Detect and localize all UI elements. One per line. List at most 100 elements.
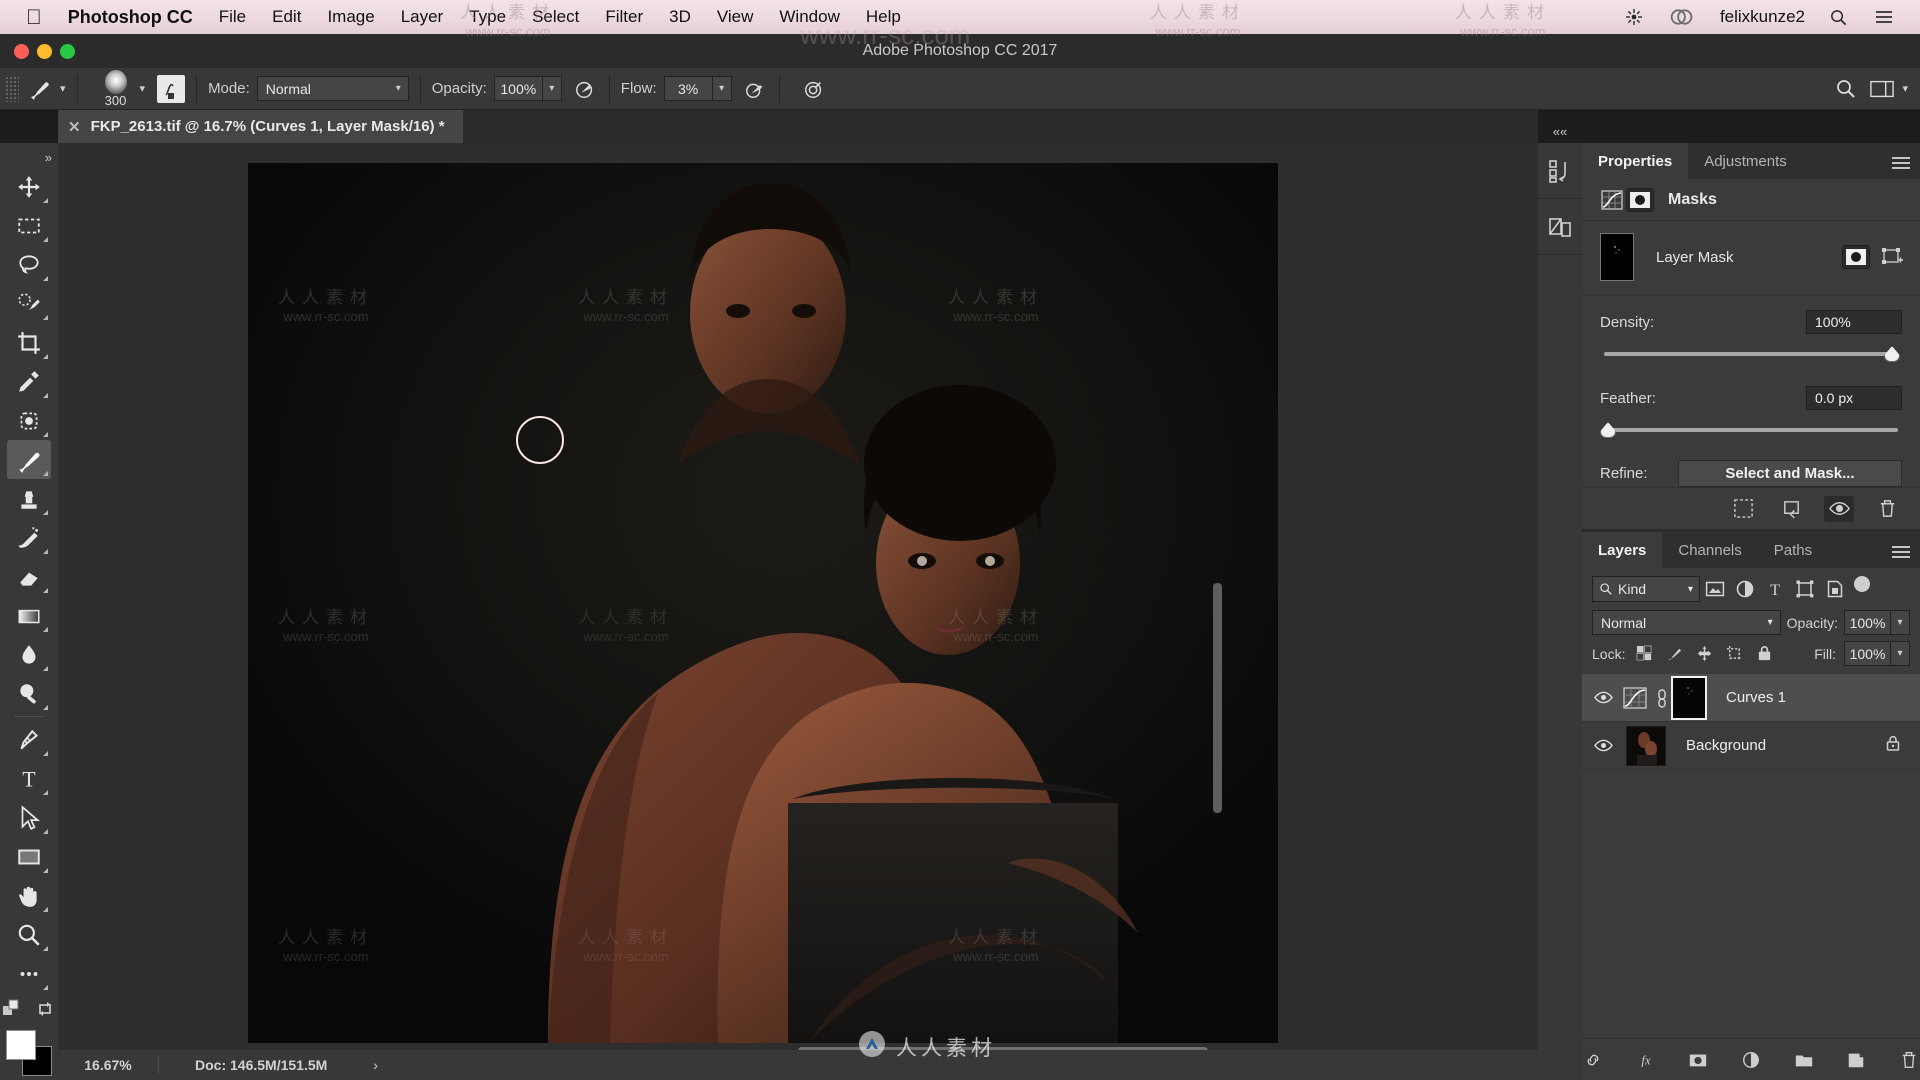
color-swatches[interactable]	[6, 1030, 52, 1076]
layer-row-curves-1[interactable]: Curves 1	[1582, 674, 1920, 722]
link-layers-icon[interactable]	[1582, 1048, 1605, 1072]
history-brush-tool[interactable]	[7, 518, 51, 557]
layer-style-icon[interactable]: fx	[1635, 1048, 1658, 1072]
delete-mask-icon[interactable]	[1872, 496, 1902, 522]
chevron-down-icon[interactable]: ▾	[60, 82, 66, 95]
layer-fill-stepper[interactable]: 100% ▾	[1844, 641, 1910, 666]
link-mask-icon[interactable]	[1652, 688, 1672, 708]
hand-tool[interactable]	[7, 876, 51, 915]
pressure-opacity-icon[interactable]	[572, 76, 598, 102]
tab-properties[interactable]: Properties	[1582, 143, 1689, 179]
blend-mode-select[interactable]: Normal ▾	[256, 76, 409, 101]
tab-paths[interactable]: Paths	[1758, 532, 1828, 568]
new-group-icon[interactable]	[1792, 1048, 1815, 1072]
menu-3d[interactable]: 3D	[669, 7, 691, 27]
gradient-tool[interactable]	[7, 596, 51, 635]
user-name[interactable]: felixkunze2	[1720, 7, 1805, 27]
app-name-menu[interactable]: Photoshop CC	[68, 7, 193, 28]
layer-thumbnail[interactable]	[1626, 725, 1666, 766]
minimize-window-button[interactable]	[37, 43, 52, 59]
density-slider[interactable]	[1600, 346, 1902, 364]
default-colors-icon[interactable]	[2, 999, 22, 1024]
canvas-area[interactable]: 人人素材 www.rr-sc.com 人人素材 www.rr-sc.com 人人…	[58, 143, 1538, 1080]
swap-colors-icon[interactable]	[36, 999, 56, 1024]
layer-row-background[interactable]: Background	[1582, 722, 1920, 770]
clone-stamp-tool[interactable]	[7, 479, 51, 518]
menu-edit[interactable]: Edit	[272, 7, 301, 27]
layer-blend-mode-select[interactable]: Normal ▾	[1592, 610, 1781, 635]
add-pixel-mask-button[interactable]	[1842, 245, 1870, 269]
menu-view[interactable]: View	[717, 7, 754, 27]
brush-preset-chevron-down-icon[interactable]: ▾	[140, 82, 146, 95]
feather-value[interactable]: 0.0 px	[1806, 386, 1902, 410]
toolbar-collapse-button[interactable]: »	[0, 147, 58, 167]
layer-name[interactable]: Curves 1	[1726, 689, 1920, 706]
lasso-tool[interactable]	[7, 245, 51, 284]
canvas-vertical-scrollbar[interactable]	[1213, 583, 1222, 813]
layer-mask-thumbnail[interactable]	[1671, 675, 1707, 720]
opacity-value[interactable]: 100%	[493, 76, 542, 101]
lock-all-icon[interactable]	[1753, 644, 1775, 664]
document-tab[interactable]: ✕ FKP_2613.tif @ 16.7% (Curves 1, Layer …	[58, 110, 464, 143]
lock-position-icon[interactable]	[1693, 644, 1715, 664]
brush-preset-picker[interactable]: 300	[99, 69, 133, 108]
smoothing-icon[interactable]	[801, 76, 827, 102]
layer-visibility-toggle[interactable]	[1588, 688, 1618, 707]
zoom-level[interactable]: 16.67%	[58, 1057, 158, 1073]
image-filter-icon[interactable]	[1700, 576, 1730, 602]
density-value[interactable]: 100%	[1806, 310, 1902, 334]
apple-icon[interactable]: 	[26, 7, 42, 28]
shape-filter-icon[interactable]	[1790, 576, 1820, 602]
feather-slider[interactable]	[1600, 422, 1902, 440]
apply-mask-icon[interactable]	[1776, 496, 1806, 522]
curves-icon[interactable]	[1598, 188, 1626, 212]
history-panel-icon[interactable]	[1538, 143, 1582, 199]
load-selection-icon[interactable]	[1728, 496, 1758, 522]
layer-fill-value[interactable]: 100%	[1844, 641, 1890, 666]
zoom-tool[interactable]	[7, 915, 51, 954]
spot-healing-brush-tool[interactable]	[7, 401, 51, 440]
pixel-mask-icon[interactable]	[1626, 187, 1654, 212]
layer-list[interactable]: Curves 1 Background	[1582, 674, 1920, 1038]
feather-slider-knob[interactable]	[1600, 422, 1616, 438]
maximize-window-button[interactable]	[60, 43, 75, 59]
dodge-tool[interactable]	[7, 674, 51, 713]
lock-artboard-icon[interactable]	[1723, 644, 1745, 664]
rectangular-marquee-tool[interactable]	[7, 206, 51, 245]
tab-channels[interactable]: Channels	[1662, 532, 1757, 568]
select-and-mask-button[interactable]: Select and Mask...	[1678, 460, 1902, 487]
menu-filter[interactable]: Filter	[605, 7, 643, 27]
layer-opacity-stepper[interactable]: 100% ▾	[1844, 610, 1910, 635]
opacity-stepper[interactable]: 100% ▾	[493, 76, 562, 101]
list-menu-icon[interactable]	[1874, 9, 1894, 25]
delete-layer-icon[interactable]	[1897, 1048, 1920, 1072]
libraries-panel-icon[interactable]	[1538, 199, 1582, 255]
panel-menu-icon[interactable]	[1892, 154, 1910, 172]
menu-layer[interactable]: Layer	[401, 7, 444, 27]
eraser-tool[interactable]	[7, 557, 51, 596]
menu-type[interactable]: Type	[469, 7, 506, 27]
layer-opacity-value[interactable]: 100%	[1844, 610, 1890, 635]
flow-value[interactable]: 3%	[663, 76, 712, 101]
foreground-color-swatch[interactable]	[6, 1030, 36, 1060]
search-icon[interactable]	[1829, 8, 1848, 27]
lock-image-pixels-icon[interactable]	[1663, 644, 1685, 664]
smart-object-filter-icon[interactable]	[1820, 576, 1850, 602]
tool-preset-picker[interactable]: ▾	[27, 76, 66, 102]
menu-help[interactable]: Help	[866, 7, 901, 27]
layer-name[interactable]: Background	[1686, 737, 1884, 754]
move-tool[interactable]	[7, 167, 51, 206]
new-layer-icon[interactable]	[1845, 1048, 1868, 1072]
close-icon[interactable]: ✕	[68, 118, 81, 136]
menu-select[interactable]: Select	[532, 7, 579, 27]
chevron-down-icon[interactable]: ▾	[711, 76, 732, 101]
layer-visibility-toggle[interactable]	[1588, 736, 1618, 755]
density-slider-knob[interactable]	[1884, 346, 1900, 362]
chevron-down-icon[interactable]: ▾	[1890, 641, 1910, 666]
toggle-mask-icon[interactable]	[1824, 495, 1854, 522]
creative-cloud-icon[interactable]	[1670, 7, 1694, 27]
panel-menu-icon[interactable]	[1892, 543, 1910, 561]
brush-settings-panel-button[interactable]	[157, 74, 186, 103]
flow-stepper[interactable]: 3% ▾	[663, 76, 732, 101]
chevron-down-icon[interactable]: ▾	[1890, 610, 1910, 635]
